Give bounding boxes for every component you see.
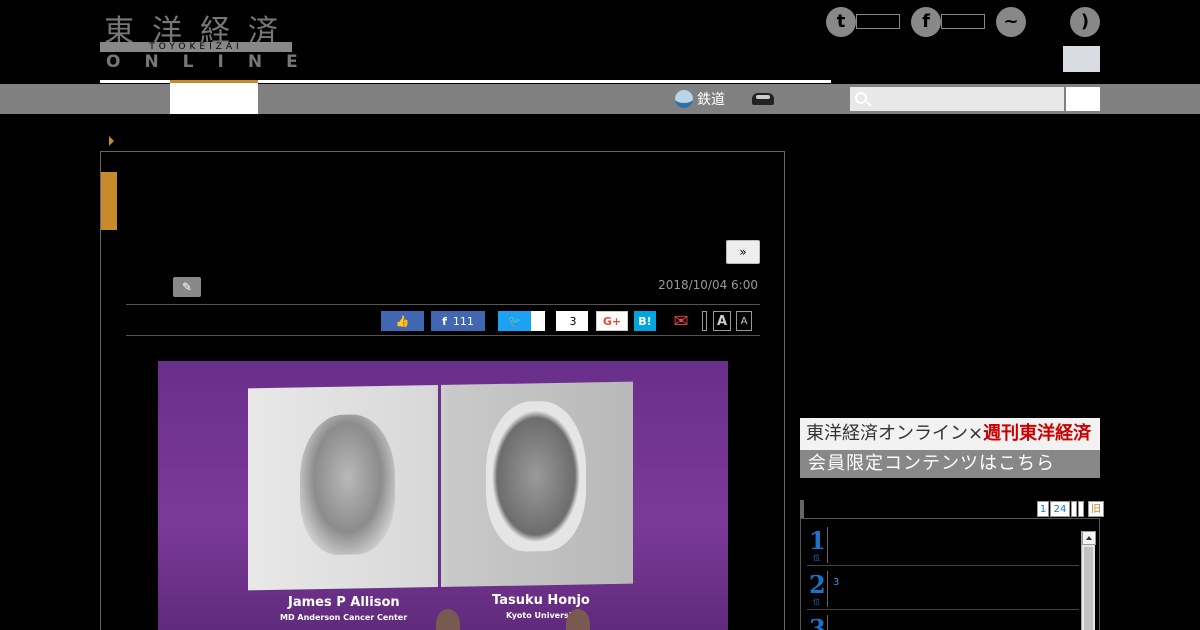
facebook-follow-count [941, 14, 985, 29]
facebook-share-count: 111 [452, 314, 474, 328]
member-banner[interactable]: 東洋経済オンライン×週刊東洋経済 会員限定コンテンツはこちら [800, 418, 1100, 478]
ranking-scrollbar[interactable] [1081, 531, 1096, 630]
rank-title: 3 [833, 577, 840, 588]
ranking-tab[interactable] [1078, 501, 1084, 517]
twitter-share-count [531, 311, 545, 331]
rank-separator [827, 615, 828, 630]
ranking-tab[interactable]: 1 [1037, 501, 1049, 517]
font-size-large-button[interactable]: A [713, 311, 731, 331]
pocket-share-count[interactable]: 3 [556, 311, 588, 331]
facebook-share-button[interactable]: f 111 [431, 311, 485, 331]
twitter-follow-count [856, 14, 900, 29]
next-page-button[interactable]: » [726, 240, 760, 264]
rank-number: 3 [809, 614, 826, 630]
mail-icon[interactable]: ✉ [668, 311, 694, 332]
scroll-up-icon[interactable] [1082, 531, 1096, 545]
nav-item-car[interactable] [752, 88, 774, 110]
nav-item-railway-label: 鉄道 [697, 92, 725, 108]
nav-item-railway[interactable]: 鉄道 [675, 88, 725, 110]
ranking-widget: 1 24 旧 1 位 2 位 3 3 位 [800, 500, 1104, 630]
ranking-header: 1 24 旧 [800, 500, 1104, 518]
thumbs-up-icon: 👍 [395, 314, 410, 328]
photo-divider [438, 384, 441, 588]
facebook-icon: f [442, 314, 447, 328]
font-size-small-button[interactable]: A [736, 311, 752, 331]
author-icon[interactable]: ✎ [173, 277, 201, 297]
search-icon [855, 92, 867, 104]
share-divider [702, 311, 707, 331]
train-icon [675, 90, 693, 108]
ranking-row[interactable]: 2 位 3 [807, 567, 1079, 610]
rank-separator [827, 571, 828, 607]
twitter-icon: t [826, 7, 856, 37]
rank-suffix: 位 [813, 598, 820, 606]
ranking-row[interactable]: 1 位 [807, 523, 1079, 566]
hatena-bookmark-button[interactable]: B! [634, 311, 656, 331]
ranking-tab[interactable] [1071, 501, 1077, 517]
breadcrumb-arrow-icon [109, 136, 114, 146]
site-logo[interactable]: 東洋経済 TOYOKEIZAI ONLINE [100, 6, 298, 72]
banner-prefix: 東洋経済オンライン× [806, 423, 984, 444]
logo-online: ONLINE [106, 52, 322, 72]
share-bar: 👍 f 111 🐦 3 G+ B! ✉ A A [126, 304, 760, 336]
ranking-list: 1 位 2 位 3 3 位 [800, 518, 1100, 630]
car-icon [752, 93, 774, 105]
banner-brand: 週刊東洋経済 [983, 423, 1092, 444]
caption-right-name: Tasuku Honjo [492, 593, 590, 608]
ranking-row[interactable]: 3 位 [807, 611, 1079, 630]
caption-left-affiliation: MD Anderson Cancer Center [280, 613, 408, 622]
rank-number: 1 [809, 526, 826, 555]
search-button[interactable] [1066, 87, 1100, 111]
logo-romaji: TOYOKEIZAI [100, 42, 292, 52]
title-accent-bar [101, 172, 117, 230]
nav-tab-active[interactable] [170, 80, 258, 114]
facebook-like-button[interactable]: 👍 [381, 311, 424, 331]
portrait-right [486, 400, 586, 553]
facebook-icon: f [911, 7, 941, 37]
scroll-thumb[interactable] [1084, 547, 1093, 630]
audience-head [436, 609, 460, 630]
banner-bottom: 会員限定コンテンツはこちら [800, 450, 1100, 478]
ranking-tab[interactable]: 24 [1050, 501, 1070, 517]
ranking-tab[interactable]: 旧 [1088, 501, 1104, 517]
publish-date: 2018/10/04 6:00 [658, 278, 758, 292]
article-container: » ✎ 2018/10/04 6:00 👍 f 111 🐦 3 G+ B! ✉ … [100, 151, 785, 630]
gplus-share-button[interactable]: G+ [596, 311, 628, 331]
rss-icon: ) [1070, 7, 1100, 37]
twitter-icon: 🐦 [508, 314, 522, 328]
audience-head [566, 609, 590, 630]
article-photo: James P Allison MD Anderson Cancer Cente… [158, 361, 728, 630]
rank-suffix: 位 [813, 554, 820, 562]
search-input[interactable] [850, 87, 1064, 111]
caption-left-name: James P Allison [288, 595, 400, 610]
rank-number: 2 [809, 570, 826, 599]
banner-top: 東洋経済オンライン×週刊東洋経済 [800, 418, 1100, 450]
messenger-icon: ~ [996, 7, 1026, 37]
portrait-left [300, 413, 395, 556]
login-button[interactable] [1063, 46, 1100, 72]
rank-separator [827, 527, 828, 563]
twitter-share-button[interactable]: 🐦 [498, 311, 532, 331]
photo-screen [248, 381, 633, 591]
